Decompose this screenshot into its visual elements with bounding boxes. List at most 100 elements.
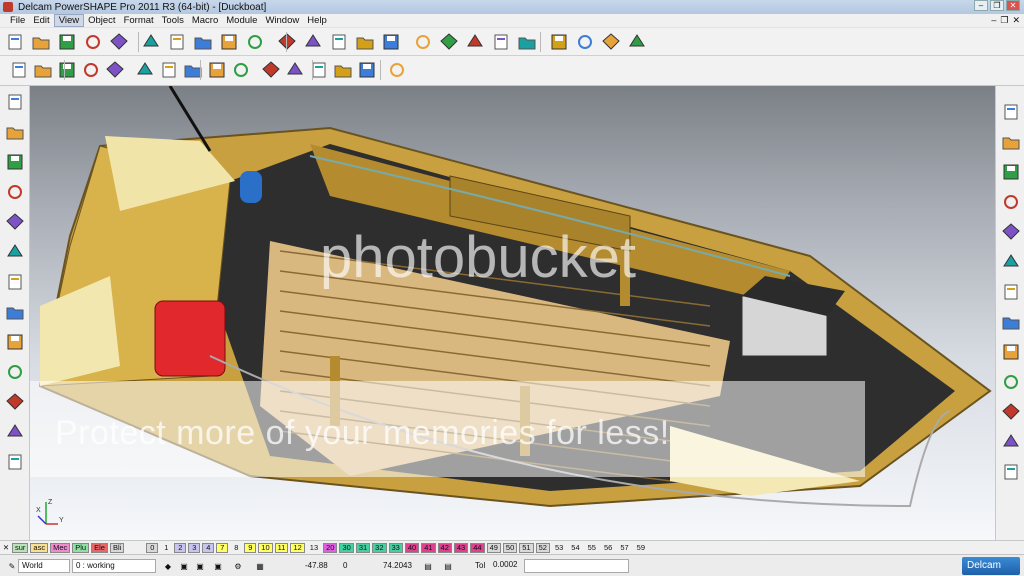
globe-icon[interactable] xyxy=(999,340,1023,364)
command-input[interactable] xyxy=(524,559,629,573)
shaded-edges-icon[interactable] xyxy=(206,59,228,81)
delete-icon[interactable] xyxy=(244,31,266,53)
save-icon[interactable] xyxy=(82,31,104,53)
mdi-close-button[interactable]: ✕ xyxy=(1012,15,1020,26)
material-icon[interactable] xyxy=(332,59,354,81)
level-number[interactable]: 53 xyxy=(552,543,566,553)
mdi-restore-button[interactable]: ❐ xyxy=(1000,15,1008,26)
level-number[interactable]: 1 xyxy=(160,543,172,553)
level-select[interactable]: 0 : working xyxy=(72,559,156,573)
solid-icon[interactable] xyxy=(548,31,570,53)
menu-format[interactable]: Format xyxy=(120,15,158,26)
redo-alt-icon[interactable] xyxy=(328,31,350,53)
level-number[interactable]: 0 xyxy=(146,542,159,553)
snap-grid-icon[interactable]: ▤ xyxy=(440,558,456,574)
view-rotate-icon[interactable] xyxy=(80,59,102,81)
view-iso3-icon[interactable] xyxy=(999,160,1023,184)
level-number[interactable]: 54 xyxy=(568,543,582,553)
open-recent-icon[interactable] xyxy=(56,31,78,53)
print-icon[interactable] xyxy=(108,31,130,53)
array-icon[interactable] xyxy=(3,330,27,354)
curve-icon[interactable] xyxy=(464,31,486,53)
level-number[interactable]: 55 xyxy=(585,543,599,553)
level-tag[interactable]: Plu xyxy=(72,542,90,553)
view-pan-icon[interactable] xyxy=(104,59,126,81)
sphere-icon[interactable] xyxy=(3,420,27,444)
level-number[interactable]: 49 xyxy=(486,542,501,553)
new-icon[interactable] xyxy=(4,31,26,53)
close-button[interactable]: ✕ xyxy=(1006,0,1020,11)
morph-icon[interactable] xyxy=(3,360,27,384)
surface-tool-icon[interactable] xyxy=(3,210,27,234)
level-tag[interactable]: Mec xyxy=(50,542,71,553)
snap-icon[interactable]: ⚙ xyxy=(230,558,246,574)
menu-window[interactable]: Window xyxy=(261,15,303,26)
menu-object[interactable]: Object xyxy=(84,15,119,26)
open-icon[interactable] xyxy=(30,31,52,53)
feature-icon[interactable] xyxy=(3,270,27,294)
level-tag[interactable]: Bli xyxy=(109,542,125,553)
zoom-fit-icon[interactable] xyxy=(999,310,1023,334)
view-iso1-icon[interactable] xyxy=(999,100,1023,124)
axis-icon[interactable] xyxy=(3,180,27,204)
view-iso4-icon[interactable] xyxy=(999,190,1023,214)
select-icon[interactable] xyxy=(354,31,376,53)
calc-icon[interactable]: ▤ xyxy=(420,558,436,574)
assembly-icon[interactable] xyxy=(600,31,622,53)
level-number[interactable]: 2 xyxy=(174,542,187,553)
level-number[interactable]: 31 xyxy=(355,542,371,553)
level-number[interactable]: 13 xyxy=(307,543,321,553)
symbol-icon[interactable] xyxy=(574,31,596,53)
level-number[interactable]: 57 xyxy=(617,543,631,553)
level-number[interactable]: 40 xyxy=(404,542,420,553)
level-number[interactable]: 56 xyxy=(601,543,615,553)
level-number[interactable]: 10 xyxy=(258,542,273,553)
level-number[interactable]: 30 xyxy=(339,542,354,553)
mdi-minimize-button[interactable]: – xyxy=(991,15,996,26)
grid-icon[interactable]: ▦ xyxy=(252,558,268,574)
level-number[interactable]: 32 xyxy=(372,542,387,553)
restore-button[interactable]: ❐ xyxy=(990,0,1004,11)
copy-icon[interactable] xyxy=(166,31,188,53)
level-number[interactable]: 8 xyxy=(230,543,242,553)
menu-view[interactable]: View xyxy=(53,14,85,27)
line-icon[interactable] xyxy=(412,31,434,53)
undo-icon[interactable] xyxy=(276,31,298,53)
level-number[interactable]: 20 xyxy=(323,542,338,553)
zoom-icon[interactable] xyxy=(999,280,1023,304)
view-iso2-icon[interactable] xyxy=(999,130,1023,154)
level-number[interactable]: 41 xyxy=(421,542,436,553)
level-number[interactable]: 44 xyxy=(470,542,485,553)
cut-icon[interactable] xyxy=(140,31,162,53)
view-iso-icon[interactable] xyxy=(8,59,30,81)
level-number[interactable]: 11 xyxy=(274,542,289,553)
view-spin-icon[interactable] xyxy=(999,250,1023,274)
view-top-icon[interactable] xyxy=(32,59,54,81)
shade-icon[interactable] xyxy=(134,59,156,81)
level-number[interactable]: 3 xyxy=(188,542,201,553)
cube-icon[interactable] xyxy=(3,300,27,324)
surface-icon[interactable] xyxy=(516,31,538,53)
tolerance-field[interactable]: 0.0002 xyxy=(490,559,520,573)
paste-icon[interactable] xyxy=(192,31,214,53)
level-number[interactable]: 33 xyxy=(388,542,403,553)
level-copy-icon[interactable]: ▣ xyxy=(210,558,226,574)
level-number[interactable]: 7 xyxy=(216,542,229,553)
level-number[interactable]: 42 xyxy=(437,542,452,553)
level-number[interactable]: 12 xyxy=(290,542,305,553)
workplane-select[interactable]: World xyxy=(18,559,70,573)
level-number[interactable]: 9 xyxy=(244,542,257,553)
menu-help[interactable]: Help xyxy=(303,15,331,26)
level-number[interactable]: 50 xyxy=(502,542,518,553)
model-viewport[interactable]: photobucket Protect more of your memorie… xyxy=(30,86,995,540)
text-icon[interactable] xyxy=(490,31,512,53)
menu-edit[interactable]: Edit xyxy=(29,15,53,26)
light-icon[interactable] xyxy=(356,59,378,81)
material-sphere-icon[interactable] xyxy=(999,460,1023,484)
level-tool-icon[interactable]: ◆ xyxy=(160,558,176,574)
pyramid-icon[interactable] xyxy=(999,400,1023,424)
menu-module[interactable]: Module xyxy=(222,15,261,26)
mirror-icon[interactable] xyxy=(3,450,27,474)
rotate-view-icon[interactable] xyxy=(3,120,27,144)
close-levels-icon[interactable]: ✕ xyxy=(0,543,12,552)
